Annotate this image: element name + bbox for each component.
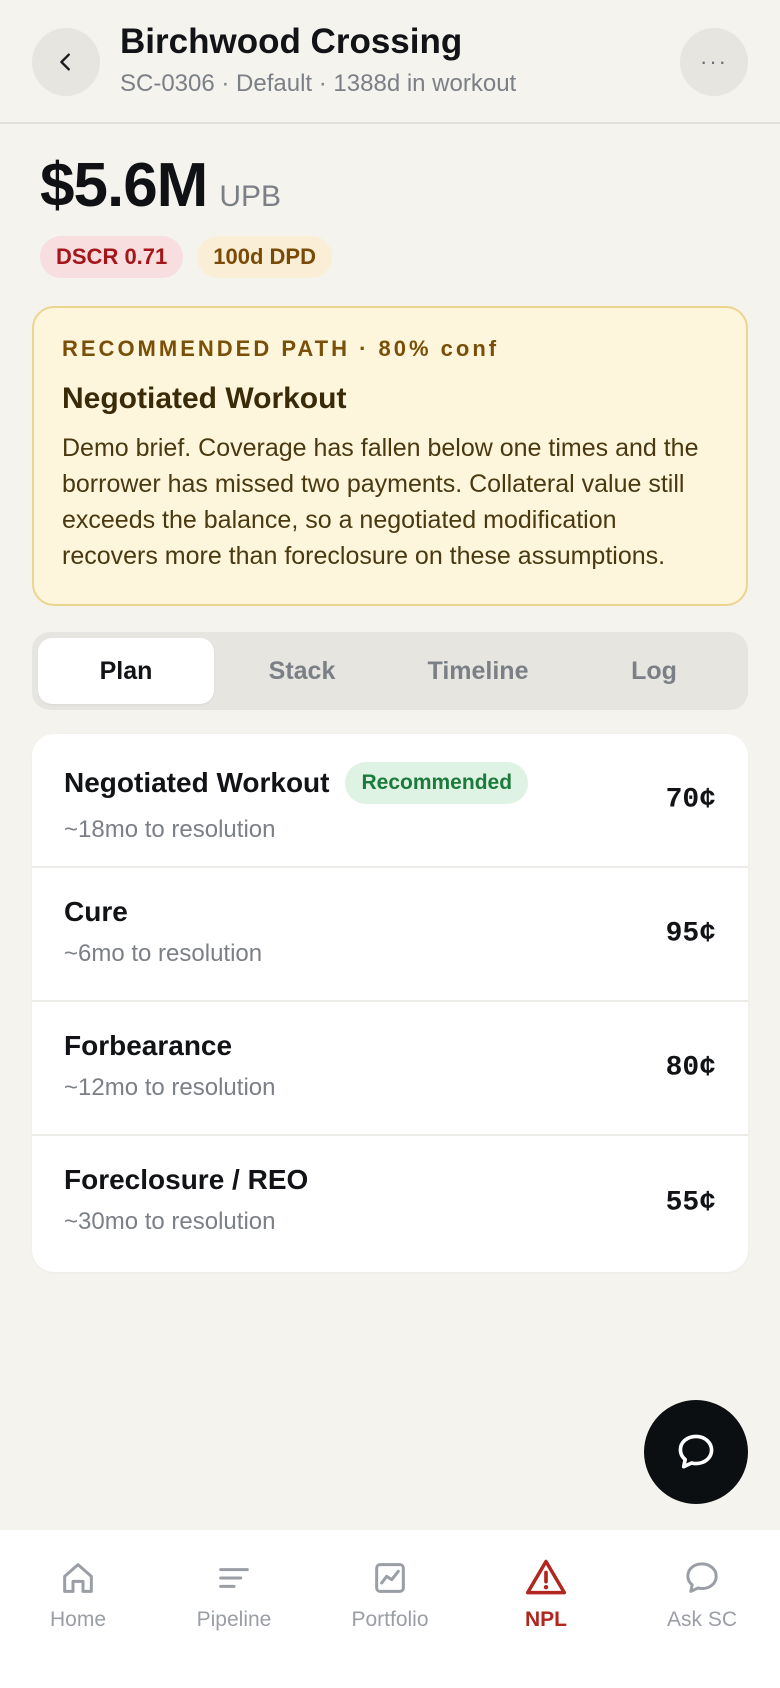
option-name: Cure: [64, 896, 128, 927]
option-recovery: 80¢: [665, 1052, 716, 1084]
option-name: Negotiated Workout: [64, 767, 330, 798]
chat-icon: [678, 1434, 714, 1469]
list-item[interactable]: Forbearance ~12mo to resolution 80¢: [32, 1002, 748, 1136]
option-recovery: 95¢: [665, 918, 716, 950]
list-item[interactable]: Cure ~6mo to resolution 95¢: [32, 868, 748, 1002]
balance-summary: $5.6M UPB: [40, 150, 281, 221]
recommended-badge: Recommended: [345, 762, 529, 804]
option-name: Forbearance: [64, 1030, 233, 1061]
nav-npl-label: NPL: [525, 1608, 567, 1631]
option-name: Foreclosure / REO: [64, 1164, 309, 1195]
option-recovery: 70¢: [665, 784, 716, 816]
option-recovery: 55¢: [665, 1187, 716, 1219]
list-item[interactable]: Foreclosure / REO ~30mo to resolution 55…: [32, 1136, 748, 1270]
more-options-button[interactable]: ···: [680, 28, 748, 96]
nav-pipeline-label: Pipeline: [196, 1608, 272, 1631]
chat-fab-button[interactable]: [644, 1400, 748, 1504]
nav-pipeline[interactable]: Pipeline: [156, 1530, 312, 1688]
tab-stack[interactable]: Stack: [214, 638, 390, 704]
recommended-path-card: RECOMMENDED PATH · 80% conf Negotiated W…: [32, 306, 748, 606]
app-header: Birchwood Crossing SC-0306 · Default · 1…: [0, 0, 780, 124]
segmented-tabs: Plan Stack Timeline Log: [32, 632, 748, 710]
nav-portfolio-label: Portfolio: [351, 1608, 429, 1631]
upb-value: $5.6M: [40, 151, 208, 220]
nav-ask-sc[interactable]: Ask SC: [624, 1530, 780, 1688]
page-title: Birchwood Crossing: [120, 22, 463, 61]
nav-home-label: Home: [49, 1608, 107, 1631]
nav-npl[interactable]: NPL: [468, 1530, 624, 1688]
option-duration: ~12mo to resolution: [64, 1074, 276, 1101]
option-duration: ~6mo to resolution: [64, 940, 263, 967]
upb-label: UPB: [219, 180, 282, 213]
back-button[interactable]: [32, 28, 100, 96]
chat-icon: [680, 1556, 724, 1600]
resolution-options-list: Negotiated Workout Recommended ~18mo to …: [32, 734, 748, 1272]
pipeline-icon: [212, 1556, 256, 1600]
tab-timeline[interactable]: Timeline: [390, 638, 566, 704]
more-icon: ···: [700, 49, 728, 74]
option-duration: ~18mo to resolution: [64, 816, 276, 843]
recommended-path-title: Negotiated Workout: [62, 382, 347, 415]
status-badges: DSCR 0.71 100d DPD: [40, 236, 332, 278]
bottom-navigation: Home Pipeline Portfolio NPL Ask SC: [0, 1530, 780, 1688]
option-duration: ~30mo to resolution: [64, 1208, 276, 1235]
recommended-path-eyebrow: RECOMMENDED PATH · 80% conf: [62, 336, 500, 361]
nav-portfolio[interactable]: Portfolio: [312, 1530, 468, 1688]
home-icon: [56, 1556, 100, 1600]
tab-plan[interactable]: Plan: [38, 638, 214, 704]
portfolio-icon: [368, 1556, 412, 1600]
list-item[interactable]: Negotiated Workout Recommended ~18mo to …: [32, 734, 748, 868]
warning-icon: [524, 1556, 568, 1600]
nav-home[interactable]: Home: [0, 1530, 156, 1688]
chevron-left-icon: [60, 53, 70, 71]
page-subtitle: SC-0306 · Default · 1388d in workout: [120, 70, 517, 97]
recommended-path-body: Demo brief. Coverage has fallen below on…: [62, 434, 699, 570]
nav-ask-sc-label: Ask SC: [666, 1608, 737, 1631]
tab-log[interactable]: Log: [566, 638, 742, 704]
dscr-badge: DSCR 0.71: [40, 236, 184, 278]
dpd-badge: 100d DPD: [197, 236, 332, 278]
